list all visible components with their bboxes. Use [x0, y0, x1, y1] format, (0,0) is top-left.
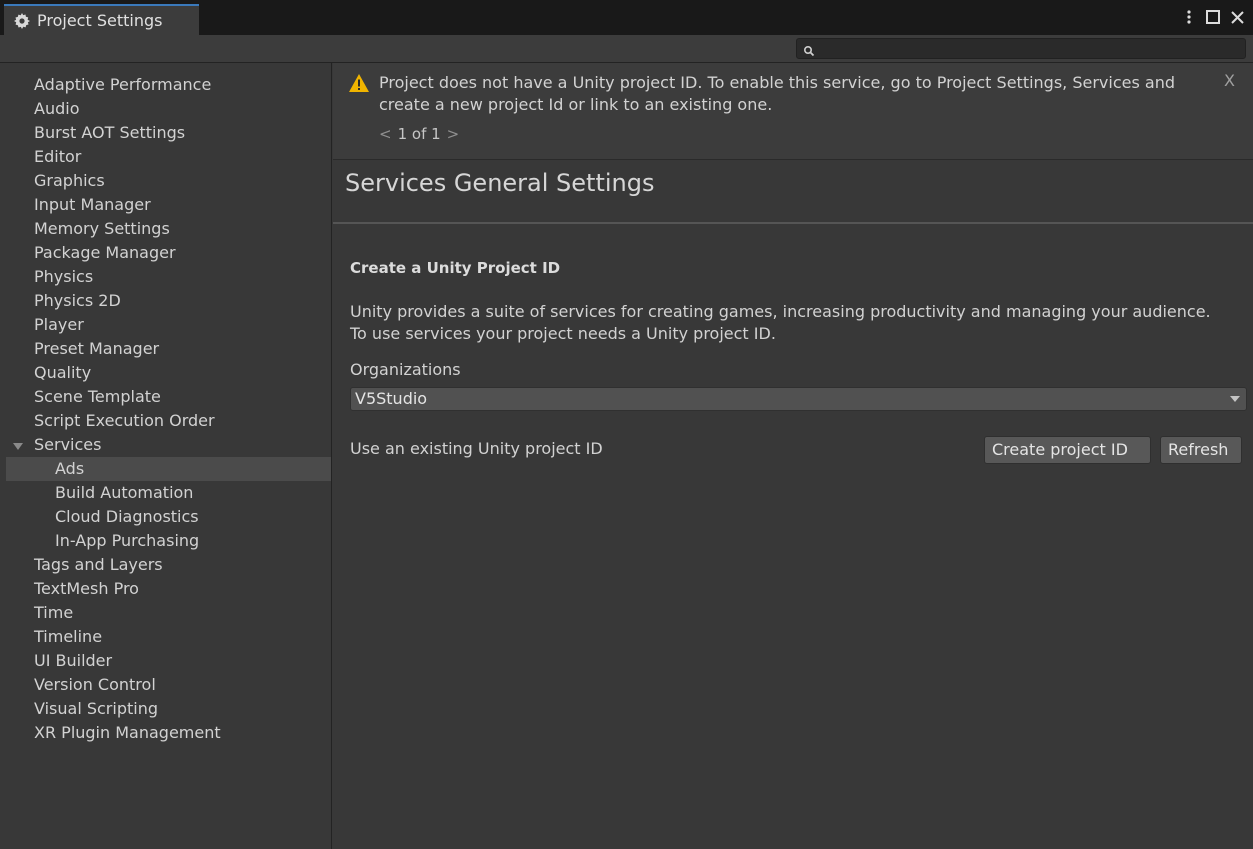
- sidebar-item-label: Audio: [34, 99, 80, 118]
- sidebar-item-label: Version Control: [34, 675, 156, 694]
- window-controls: [1181, 6, 1245, 28]
- sidebar-item-label: UI Builder: [34, 651, 113, 670]
- sidebar-item-label: Scene Template: [34, 387, 161, 406]
- search-icon: [803, 42, 815, 57]
- sidebar-item-label: Burst AOT Settings: [34, 123, 186, 142]
- sidebar-item-label: Graphics: [34, 171, 105, 190]
- sidebar-item-label: XR Plugin Management: [34, 723, 221, 742]
- sidebar-item-physics[interactable]: Physics: [6, 265, 331, 289]
- pager-prev-button[interactable]: <: [379, 125, 392, 143]
- sidebar-item-memory-settings[interactable]: Memory Settings: [6, 217, 331, 241]
- refresh-button[interactable]: Refresh: [1160, 436, 1242, 464]
- dropdown-caret-icon: [1230, 396, 1240, 402]
- sidebar-item-input-manager[interactable]: Input Manager: [6, 193, 331, 217]
- sidebar-item-xr-plugin-management[interactable]: XR Plugin Management: [6, 721, 331, 745]
- sidebar-item-label: In-App Purchasing: [55, 531, 200, 550]
- sidebar-item-label: Tags and Layers: [34, 555, 163, 574]
- sidebar-item-graphics[interactable]: Graphics: [6, 169, 331, 193]
- maximize-icon[interactable]: [1205, 9, 1221, 25]
- sidebar-item-label: Preset Manager: [34, 339, 160, 358]
- sidebar-item-ads[interactable]: Ads: [6, 457, 331, 481]
- sidebar-item-label: TextMesh Pro: [34, 579, 139, 598]
- sidebar-item-label: Player: [34, 315, 84, 334]
- sidebar-item-tags-and-layers[interactable]: Tags and Layers: [6, 553, 331, 577]
- sidebar-item-build-automation[interactable]: Build Automation: [6, 481, 331, 505]
- sidebar-item-ui-builder[interactable]: UI Builder: [6, 649, 331, 673]
- warning-banner: Project does not have a Unity project ID…: [333, 63, 1253, 160]
- sidebar-item-timeline[interactable]: Timeline: [6, 625, 331, 649]
- header-divider: [333, 222, 1253, 224]
- settings-content: Project does not have a Unity project ID…: [333, 63, 1253, 849]
- sidebar-item-adaptive-performance[interactable]: Adaptive Performance: [6, 73, 331, 97]
- sidebar-item-cloud-diagnostics[interactable]: Cloud Diagnostics: [6, 505, 331, 529]
- sidebar-item-label: Physics: [34, 267, 94, 286]
- sidebar-item-player[interactable]: Player: [6, 313, 331, 337]
- sidebar-item-label: Adaptive Performance: [34, 75, 212, 94]
- sidebar-item-label: Timeline: [34, 627, 103, 646]
- pager-text: 1 of 1: [397, 125, 441, 143]
- settings-sidebar: Adaptive Performance Audio Burst AOT Set…: [6, 63, 332, 849]
- sidebar-item-label: Physics 2D: [34, 291, 121, 310]
- sidebar-item-in-app-purchasing[interactable]: In-App Purchasing: [6, 529, 331, 553]
- warning-message: Project does not have a Unity project ID…: [379, 73, 1175, 114]
- close-icon[interactable]: [1229, 9, 1245, 25]
- expand-triangle-icon[interactable]: [13, 443, 23, 450]
- page-title: Services General Settings: [345, 169, 655, 197]
- sidebar-item-label: Package Manager: [34, 243, 176, 262]
- gear-icon: [14, 12, 30, 29]
- sidebar-item-version-control[interactable]: Version Control: [6, 673, 331, 697]
- banner-close-button[interactable]: X: [1224, 71, 1235, 90]
- section-description: Unity provides a suite of services for c…: [350, 302, 1211, 343]
- section-title: Create a Unity Project ID: [350, 259, 561, 277]
- sidebar-item-label: Visual Scripting: [34, 699, 158, 718]
- toolbar: [0, 35, 1253, 63]
- sidebar-item-label: Quality: [34, 363, 92, 382]
- existing-project-id-link[interactable]: Use an existing Unity project ID: [350, 439, 603, 458]
- project-settings-tab[interactable]: Project Settings: [4, 4, 199, 35]
- sidebar-item-script-execution-order[interactable]: Script Execution Order: [6, 409, 331, 433]
- sidebar-item-physics-2d[interactable]: Physics 2D: [6, 289, 331, 313]
- sidebar-item-burst-aot-settings[interactable]: Burst AOT Settings: [6, 121, 331, 145]
- organizations-label: Organizations: [350, 360, 461, 379]
- create-project-id-button[interactable]: Create project ID: [984, 436, 1151, 464]
- sidebar-item-editor[interactable]: Editor: [6, 145, 331, 169]
- sidebar-item-preset-manager[interactable]: Preset Manager: [6, 337, 331, 361]
- more-options-icon[interactable]: [1181, 9, 1197, 25]
- sidebar-item-quality[interactable]: Quality: [6, 361, 331, 385]
- sidebar-item-visual-scripting[interactable]: Visual Scripting: [6, 697, 331, 721]
- sidebar-item-label: Input Manager: [34, 195, 151, 214]
- pager-next-button[interactable]: >: [447, 125, 460, 143]
- sidebar-item-label: Cloud Diagnostics: [55, 507, 199, 526]
- sidebar-item-audio[interactable]: Audio: [6, 97, 331, 121]
- sidebar-item-package-manager[interactable]: Package Manager: [6, 241, 331, 265]
- sidebar-item-label: Time: [34, 603, 74, 622]
- sidebar-item-label: Editor: [34, 147, 82, 166]
- tab-title: Project Settings: [37, 11, 163, 30]
- sidebar-item-label: Build Automation: [55, 483, 194, 502]
- organizations-dropdown-value: V5Studio: [355, 389, 428, 408]
- window-tab-bar: Project Settings: [0, 0, 1253, 35]
- sidebar-item-services[interactable]: Services: [6, 433, 331, 457]
- sidebar-item-scene-template[interactable]: Scene Template: [6, 385, 331, 409]
- organizations-dropdown[interactable]: V5Studio: [350, 387, 1247, 411]
- sidebar-item-time[interactable]: Time: [6, 601, 331, 625]
- search-input[interactable]: [796, 38, 1246, 59]
- sidebar-item-label: Ads: [55, 459, 85, 478]
- warning-icon: [348, 73, 370, 93]
- sidebar-item-label: Script Execution Order: [34, 411, 215, 430]
- sidebar-item-label: Services: [34, 435, 102, 454]
- sidebar-item-label: Memory Settings: [34, 219, 170, 238]
- sidebar-item-textmesh-pro[interactable]: TextMesh Pro: [6, 577, 331, 601]
- banner-pager: < 1 of 1 >: [379, 125, 459, 143]
